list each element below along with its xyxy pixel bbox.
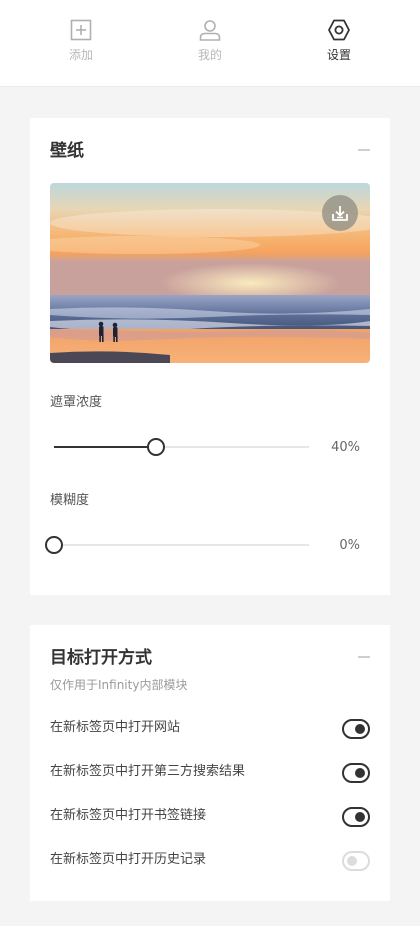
open-target-subtitle: 仅作用于Infinity内部模块 <box>50 678 188 692</box>
hexagon-gear-icon <box>327 18 351 42</box>
option-label: 在新标签页中打开历史记录 <box>50 852 207 867</box>
mask-opacity-label: 遮罩浓度 <box>50 395 103 410</box>
open-target-collapse-button[interactable] <box>356 649 372 665</box>
wallpaper-title: 壁纸 <box>50 141 84 161</box>
slider-thumb[interactable] <box>45 536 63 554</box>
option-label: 在新标签页中打开书签链接 <box>50 808 207 823</box>
toggle-knob <box>355 724 365 734</box>
mask-opacity-value: 40% <box>331 440 360 455</box>
nav-item-settings[interactable]: 设置 <box>294 18 384 74</box>
option-row-history: 在新标签页中打开历史记录 <box>50 848 370 872</box>
wallpaper-collapse-button[interactable] <box>356 142 372 158</box>
open-target-card: 目标打开方式 仅作用于Infinity内部模块 在新标签页中打开网站 在新标签页… <box>30 625 390 901</box>
slider-track <box>54 544 309 546</box>
top-navigation: 添加 我的 设置 <box>0 0 420 87</box>
option-label: 在新标签页中打开网站 <box>50 720 181 735</box>
toggle-knob <box>355 812 365 822</box>
nav-item-add[interactable]: 添加 <box>36 18 126 74</box>
plus-square-icon <box>69 18 93 42</box>
nav-label-settings: 设置 <box>326 48 351 62</box>
blur-slider[interactable] <box>45 535 309 555</box>
toggle-open-search-results[interactable] <box>342 763 370 783</box>
toggle-knob <box>355 768 365 778</box>
slider-fill <box>54 446 156 448</box>
blur-value: 0% <box>339 538 360 553</box>
download-icon <box>332 206 348 221</box>
download-button[interactable] <box>322 195 358 231</box>
open-target-title: 目标打开方式 <box>50 648 152 668</box>
nav-label-me: 我的 <box>197 48 222 62</box>
option-row-website: 在新标签页中打开网站 <box>50 716 370 740</box>
option-row-bookmarks: 在新标签页中打开书签链接 <box>50 804 370 828</box>
toggle-open-website[interactable] <box>342 719 370 739</box>
wallpaper-card: 壁纸 遮罩浓度 40% 模糊度 0% <box>30 118 390 595</box>
toggle-open-bookmarks[interactable] <box>342 807 370 827</box>
option-row-search-results: 在新标签页中打开第三方搜索结果 <box>50 760 370 784</box>
user-icon <box>198 18 222 42</box>
blur-label: 模糊度 <box>50 493 90 508</box>
nav-item-me[interactable]: 我的 <box>165 18 255 74</box>
wallpaper-preview[interactable] <box>50 183 370 363</box>
nav-label-add: 添加 <box>68 48 93 62</box>
option-label: 在新标签页中打开第三方搜索结果 <box>50 764 246 779</box>
slider-thumb[interactable] <box>147 438 165 456</box>
mask-opacity-slider[interactable] <box>54 437 309 457</box>
toggle-open-history[interactable] <box>342 851 370 871</box>
toggle-knob <box>347 856 357 866</box>
